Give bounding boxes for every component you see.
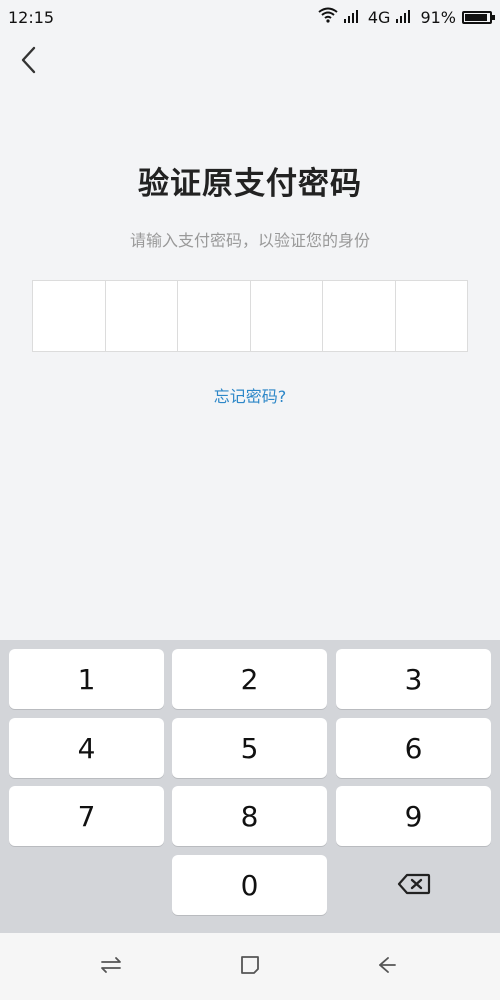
pin-digit-box-4[interactable] [251, 281, 323, 351]
pin-digit-box-2[interactable] [106, 281, 178, 351]
battery-percent: 91% [420, 7, 456, 27]
key-2[interactable]: 2 [172, 649, 327, 709]
home-button[interactable] [234, 951, 266, 983]
signal-icon [343, 8, 362, 27]
numeric-keypad: 1 2 3 4 5 6 7 8 9 0 [0, 640, 500, 933]
key-8[interactable]: 8 [172, 786, 327, 846]
key-4[interactable]: 4 [9, 718, 164, 778]
status-icons: 4G 91% [318, 7, 495, 27]
page-title: 验证原支付密码 [138, 166, 362, 202]
back-arrow-icon [375, 954, 397, 980]
key-1[interactable]: 1 [9, 649, 164, 709]
key-5[interactable]: 5 [172, 718, 327, 778]
pin-input[interactable] [32, 280, 468, 352]
recent-apps-button[interactable] [95, 951, 127, 983]
back-button[interactable] [12, 44, 44, 80]
pin-digit-box-3[interactable] [178, 281, 251, 351]
key-0[interactable]: 0 [172, 855, 327, 915]
backspace-icon [397, 869, 431, 902]
pin-digit-box-1[interactable] [33, 281, 106, 351]
pin-digit-box-6[interactable] [396, 281, 468, 351]
key-9[interactable]: 9 [336, 786, 491, 846]
battery-level [465, 13, 487, 21]
system-nav-bar [0, 933, 500, 1000]
home-square-icon [239, 954, 261, 980]
forgot-password-link[interactable]: 忘记密码? [0, 383, 500, 407]
signal-icon-secondary [396, 8, 414, 27]
key-6[interactable]: 6 [336, 718, 491, 778]
menu-switch-icon [100, 956, 122, 978]
battery-icon [462, 10, 495, 24]
network-type: 4G [367, 7, 391, 27]
screen: 12:15 4G 91% 验证原支付密码 请输入支付密码，以验证您的身份 忘记密… [0, 0, 500, 1000]
delete-key[interactable] [336, 855, 491, 915]
key-7[interactable]: 7 [9, 786, 164, 846]
chevron-left-icon [20, 46, 36, 78]
wifi-icon [318, 7, 338, 27]
system-back-button[interactable] [370, 951, 402, 983]
pin-digit-box-5[interactable] [323, 281, 396, 351]
status-time: 12:15 [8, 7, 55, 27]
key-3[interactable]: 3 [336, 649, 491, 709]
page-subtitle: 请输入支付密码，以验证您的身份 [129, 231, 370, 250]
status-bar: 12:15 4G 91% [0, 0, 500, 34]
